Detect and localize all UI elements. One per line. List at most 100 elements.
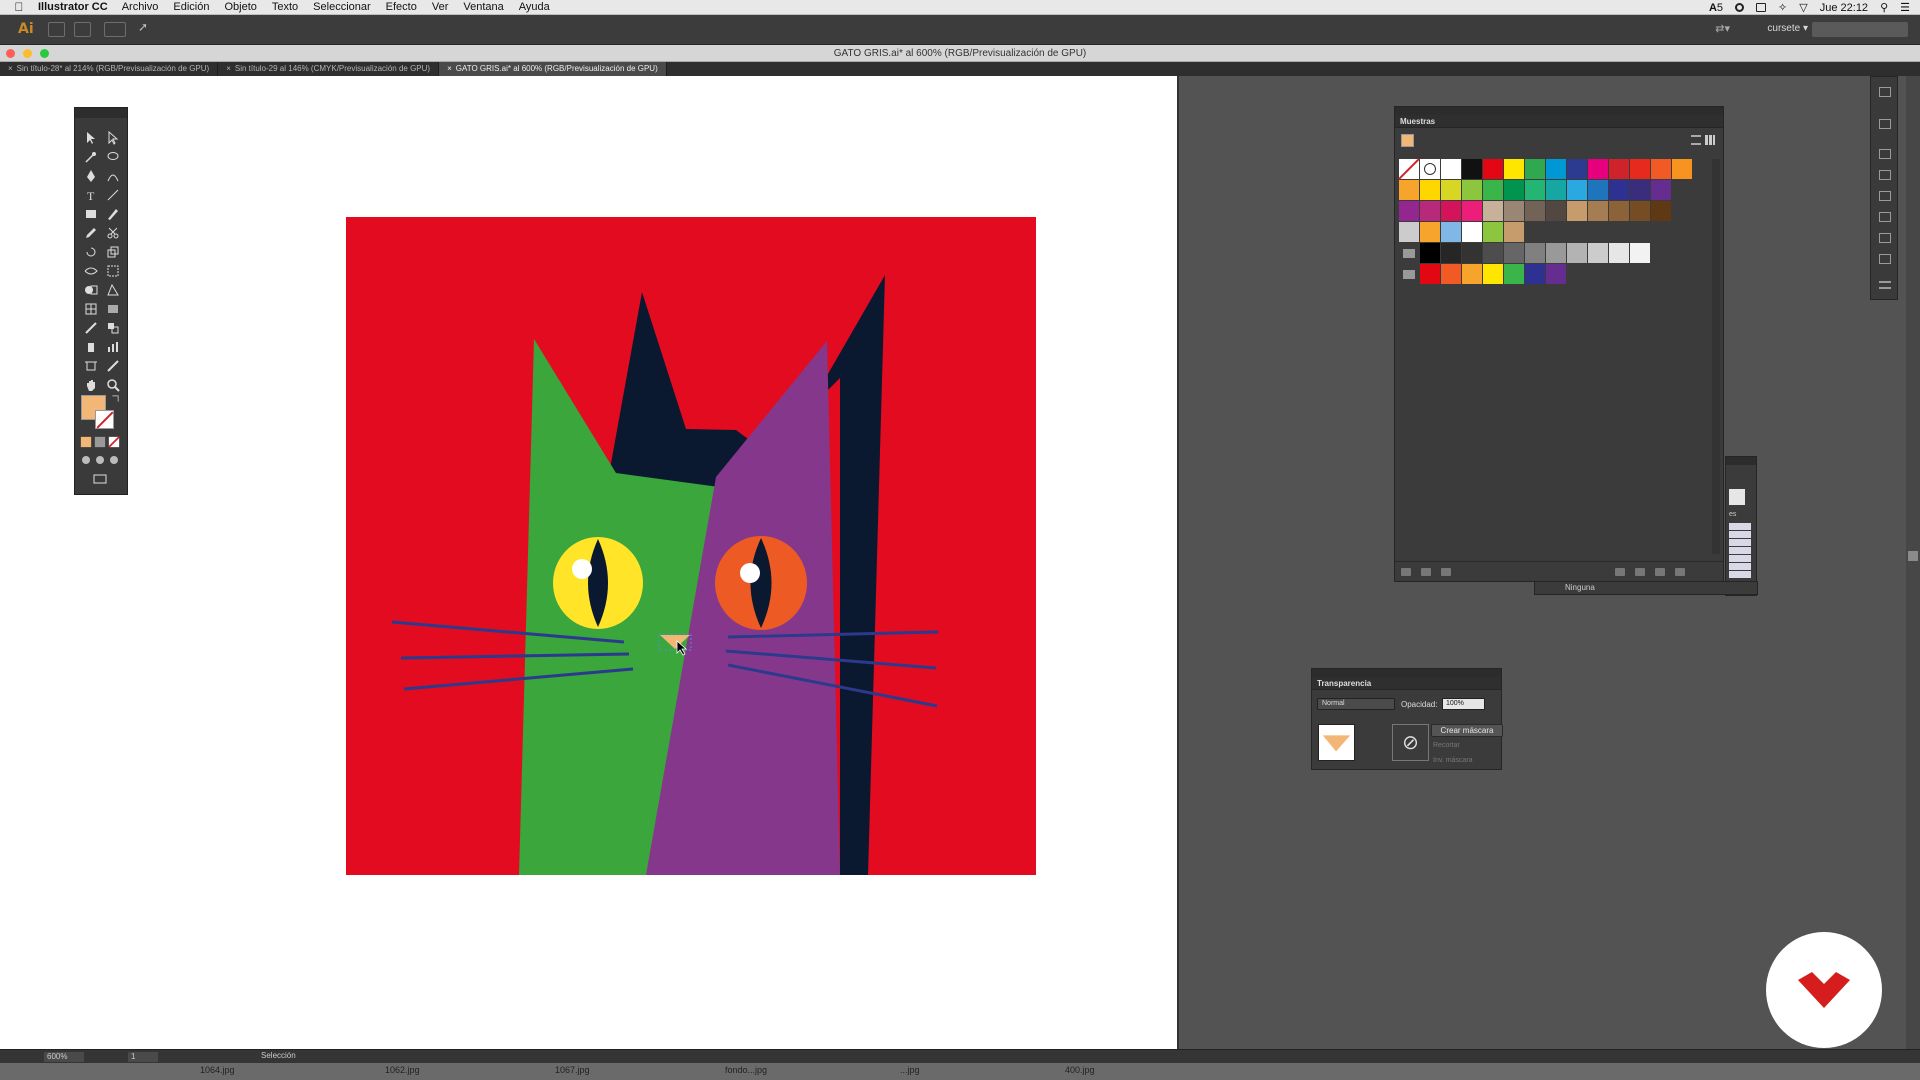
menu-seleccionar[interactable]: Seleccionar [313,1,370,13]
object-thumbnail[interactable] [1318,724,1355,761]
swatch[interactable] [1483,264,1504,285]
panel-grip[interactable] [1312,669,1501,677]
swatch[interactable] [1483,180,1504,201]
left-eye-highlight[interactable] [572,559,592,579]
swatch[interactable] [1609,159,1630,180]
pen-tool-icon[interactable] [81,168,101,184]
swatch[interactable] [1441,243,1462,264]
swatch[interactable] [1462,264,1483,285]
swatch[interactable] [1441,222,1462,243]
none-swatch[interactable] [1398,158,1420,180]
swatch[interactable] [1525,159,1546,180]
paintbrush-tool-icon[interactable] [103,206,123,222]
symbol-sprayer-tool-icon[interactable] [81,339,101,355]
menu-app-name[interactable]: Illustrator CC [38,1,108,13]
swatch[interactable] [1399,201,1420,222]
swatch[interactable] [1441,201,1462,222]
menu-ayuda[interactable]: Ayuda [519,1,550,13]
no-mask-icon[interactable]: ⊘ [1392,724,1429,761]
swatch-group-folder-icon[interactable] [1399,264,1420,285]
swatch[interactable] [1630,243,1651,264]
swatch[interactable] [1567,180,1588,201]
swatch[interactable] [1462,222,1483,243]
tab-sin-titulo-28[interactable]: × Sin título-28* al 214% (RGB/Previsualiz… [0,62,219,76]
swatch[interactable] [1399,180,1420,201]
panel-grip[interactable] [1395,107,1723,115]
swatch[interactable] [1546,180,1567,201]
transform-icon[interactable] [1879,254,1891,264]
mesh-tool-icon[interactable] [81,301,101,317]
curvature-tool-icon[interactable] [103,168,123,184]
swatch[interactable] [1525,243,1546,264]
notification-icon[interactable]: ☰ [1900,1,1910,14]
swatch[interactable] [1546,159,1567,180]
swatch[interactable] [1462,201,1483,222]
close-tab-icon[interactable]: × [226,64,231,73]
swatch[interactable] [1546,243,1567,264]
wifi-icon[interactable]: ▽ [1799,1,1807,14]
blend-tool-icon[interactable] [103,320,123,336]
swatch[interactable] [1441,264,1462,285]
swatch[interactable] [1504,222,1525,243]
sync-icon[interactable]: ⇄▾ [1715,22,1730,35]
close-tab-icon[interactable]: × [8,64,13,73]
gradient-mode-icon[interactable] [94,436,106,448]
panel-grip[interactable] [1726,457,1756,465]
gpu-performance-icon[interactable]: ➚ [138,20,155,35]
swatch[interactable] [1609,180,1630,201]
show-kinds-icon[interactable] [1421,568,1431,576]
swatch[interactable] [1504,243,1525,264]
swatch[interactable] [1441,180,1462,201]
mini-swatch[interactable] [1729,489,1745,505]
swatch[interactable] [1420,243,1441,264]
clip-checkbox[interactable]: Recortar [1433,742,1460,749]
hand-tool-icon[interactable] [81,377,101,393]
swatch[interactable] [1588,201,1609,222]
swatches-panel-title[interactable]: Muestras [1395,115,1723,128]
line-tool-icon[interactable] [103,187,123,203]
close-window-button[interactable] [6,49,15,58]
swatch[interactable] [1483,201,1504,222]
mini-list[interactable] [1729,523,1751,579]
swatch[interactable] [1630,201,1651,222]
list-view-icon[interactable] [1691,135,1701,145]
align-icon[interactable] [1879,212,1891,222]
registration-swatch[interactable] [1420,159,1441,180]
arrange-documents-icon[interactable] [104,22,126,37]
rectangle-tool-icon[interactable] [81,206,101,222]
bluetooth-icon[interactable]: ✧ [1778,1,1787,14]
width-tool-icon[interactable] [81,263,101,279]
artboard-tool-icon[interactable] [81,358,101,374]
swatch[interactable] [1441,159,1462,180]
zoom-window-button[interactable] [40,49,49,58]
menu-icon[interactable] [1879,281,1891,289]
drawing-modes-icon[interactable] [80,454,120,466]
blend-mode-select[interactable]: Normal [1317,698,1395,710]
swatch[interactable] [1504,264,1525,285]
artboards-icon[interactable] [1879,119,1891,129]
gradient-tool-icon[interactable] [103,301,123,317]
column-graph-tool-icon[interactable] [103,339,123,355]
workspace-switcher[interactable]: cursete ▾ [1767,23,1808,34]
swatch[interactable] [1588,243,1609,264]
swatch[interactable] [1525,201,1546,222]
slice-tool-icon[interactable] [103,358,123,374]
screen-mode-icon[interactable] [89,472,111,486]
search-input[interactable] [1812,22,1908,37]
vertical-scrollbar[interactable] [1906,76,1920,1049]
eyedropper-tool-icon[interactable] [81,320,101,336]
swatch[interactable] [1420,180,1441,201]
make-mask-button[interactable]: Crear máscara [1431,724,1503,737]
delete-swatch-icon[interactable] [1675,568,1685,576]
swatch[interactable] [1462,243,1483,264]
rotate-tool-icon[interactable] [81,244,101,260]
swatch-group-folder-icon[interactable] [1399,243,1420,264]
swatch[interactable] [1483,222,1504,243]
pencil-tool-icon[interactable] [81,225,101,241]
color-group-icon[interactable] [1615,568,1625,576]
tab-gato-gris[interactable]: × GATO GRIS.ai* al 600% (RGB/Previsualiza… [439,62,667,76]
stock-icon[interactable] [74,22,91,37]
scale-tool-icon[interactable] [103,244,123,260]
swatch-libraries-icon[interactable] [1401,568,1411,576]
zoom-select[interactable]: 600% [44,1052,84,1062]
